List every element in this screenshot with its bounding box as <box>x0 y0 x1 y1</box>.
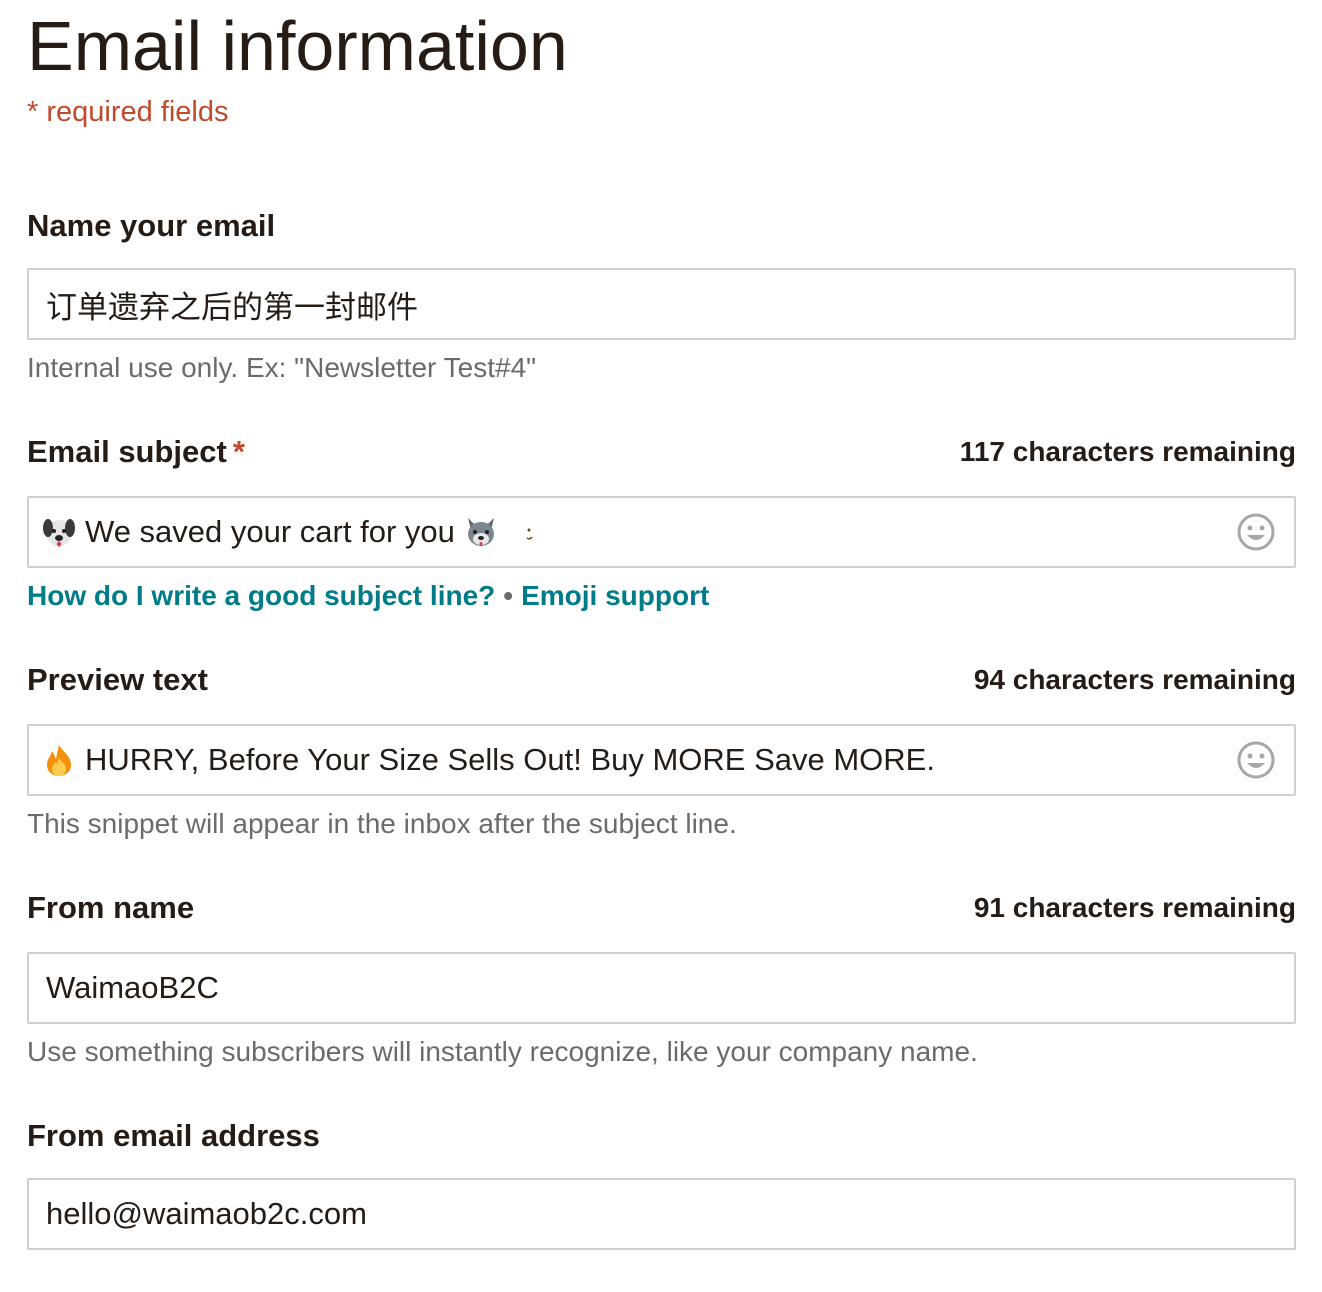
fire-icon <box>41 742 77 778</box>
wolf-face-icon <box>463 514 499 550</box>
field-email-subject: Email subject* 117 characters remaining <box>27 432 1296 611</box>
email-subject-input[interactable]: We saved your cart for you <box>41 498 545 566</box>
preview-text-helper: This snippet will appear in the inbox af… <box>27 808 737 839</box>
preview-text-value: HURRY, Before Your Size Sells Out! Buy M… <box>85 742 935 777</box>
preview-text-field[interactable]: HURRY, Before Your Size Sells Out! Buy M… <box>27 724 1296 796</box>
label-row: From name 91 characters remaining <box>27 888 1296 928</box>
email-name-helper: Internal use only. Ex: "Newsletter Test#… <box>27 352 537 383</box>
email-subject-field[interactable]: We saved your cart for you <box>27 496 1296 568</box>
label-row: Preview text 94 characters remaining <box>27 660 1296 700</box>
from-email-input[interactable] <box>29 1180 1294 1248</box>
email-subject-text: We saved your cart for you <box>85 514 455 549</box>
subject-line-help-link[interactable]: How do I write a good subject line? <box>27 580 495 611</box>
preview-char-counter: 94 characters remaining <box>973 664 1296 695</box>
crescent-moon-icon <box>509 514 545 550</box>
preview-text-input[interactable]: HURRY, Before Your Size Sells Out! Buy M… <box>41 726 943 794</box>
field-email-name: Name your email Internal use only. Ex: "… <box>27 206 1296 383</box>
from-name-label: From name <box>27 890 195 925</box>
field-from-name: From name 91 characters remaining Use so… <box>27 888 1296 1067</box>
subject-char-counter: 117 characters remaining <box>959 436 1296 467</box>
required-star: * <box>232 434 245 469</box>
label-row: From email address <box>27 1116 1296 1156</box>
from-email-label: From email address <box>27 1118 320 1153</box>
email-name-input[interactable] <box>29 270 1294 338</box>
link-separator: • <box>503 580 514 611</box>
dog-face-icon <box>41 514 77 550</box>
emoji-support-link[interactable]: Emoji support <box>521 580 709 611</box>
from-name-field-box <box>27 952 1296 1024</box>
from-name-input[interactable] <box>29 954 1294 1022</box>
from-email-field-box <box>27 1178 1296 1250</box>
email-subject-label-text: Email subject <box>27 434 227 469</box>
smiley-icon[interactable] <box>1236 512 1276 552</box>
label-row: Email subject * 117 characters remaining <box>27 432 1296 472</box>
smiley-icon[interactable] <box>1236 740 1276 780</box>
required-fields-note: * required fields <box>27 96 229 128</box>
subject-help-links: How do I write a good subject line? • Emoj… <box>27 578 709 614</box>
preview-text-label: Preview text <box>27 662 208 697</box>
from-name-char-counter: 91 characters remaining <box>973 892 1296 923</box>
email-name-label: Name your email <box>27 208 276 243</box>
field-preview-text: Preview text 94 characters remaining HUR… <box>27 660 1296 839</box>
field-from-email: From email address <box>27 1116 1296 1250</box>
label-row: Name your email <box>27 206 1296 246</box>
email-subject-label: Email subject * <box>27 432 245 472</box>
page-title: Email information <box>27 7 568 85</box>
email-name-field-box <box>27 268 1296 340</box>
from-name-helper: Use something subscribers will instantly… <box>27 1036 978 1067</box>
